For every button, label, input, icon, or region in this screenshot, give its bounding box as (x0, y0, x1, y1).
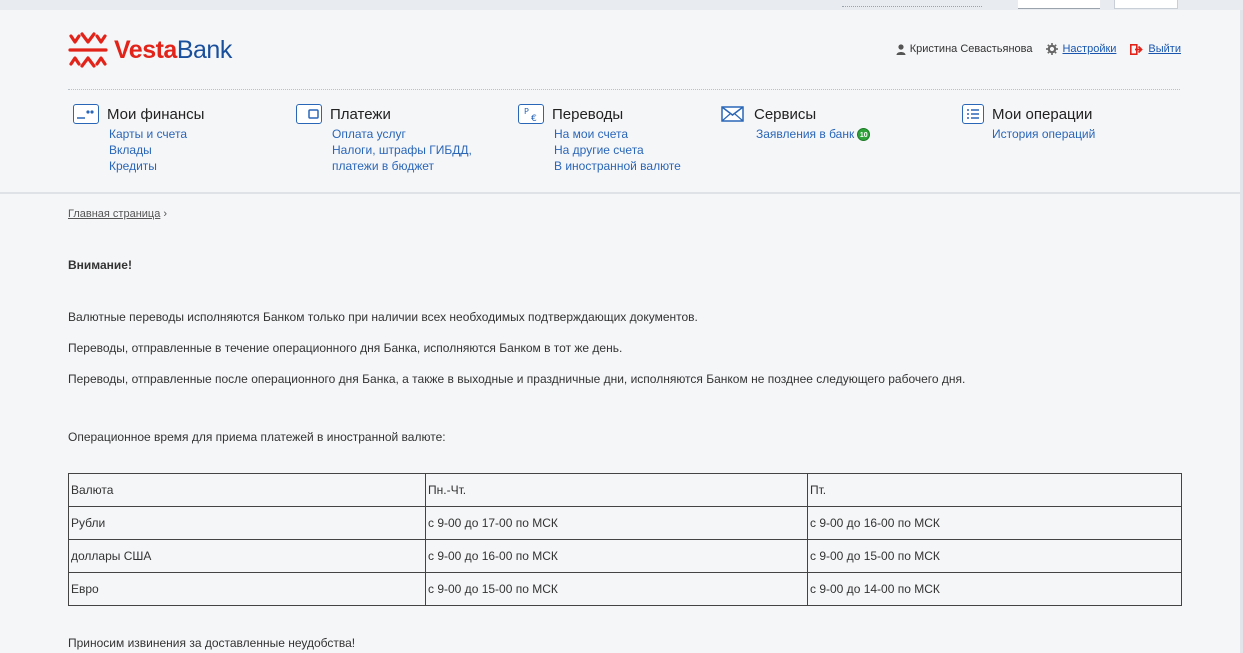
top-field[interactable] (1018, 0, 1100, 9)
menu-services-title[interactable]: Сервисы (754, 106, 816, 123)
logo[interactable]: VestaBank (68, 30, 232, 70)
link-bank-applications-label: Заявления в банк (756, 127, 855, 141)
notice-heading: Внимание! (68, 258, 132, 272)
table-row: Евро с 9-00 до 15-00 по МСК с 9-00 до 14… (68, 572, 1182, 606)
table-header-mon-thu: Пн.-Чт. (425, 473, 808, 507)
brand-name: VestaBank (114, 35, 232, 64)
list-icon (962, 104, 984, 124)
link-foreign-currency[interactable]: В иностранной валюте (554, 158, 681, 174)
link-to-my-accounts[interactable]: На мои счета (554, 126, 681, 142)
breadcrumb: Главная страница › (68, 208, 167, 220)
notice-paragraph-2: Переводы, отправленные в течение операци… (68, 341, 623, 355)
table-cell: доллары США (68, 539, 426, 573)
menu-operations: Мои операции История операций (962, 104, 1095, 142)
top-button[interactable] (1114, 0, 1178, 9)
link-operations-history[interactable]: История операций (992, 126, 1095, 142)
currency-exchange-icon: P € (518, 104, 544, 124)
operating-hours-table: Валюта Пн.-Чт. Пт. Рубли с 9-00 до 17-00… (68, 473, 1182, 606)
site-header: VestaBank Кристина Севастьянова Настройк… (0, 10, 1243, 194)
table-header-fri: Пт. (807, 473, 1182, 507)
top-dotted-line (842, 6, 982, 8)
notice-paragraph-1: Валютные переводы исполняются Банком тол… (68, 310, 698, 324)
logout-link[interactable]: Выйти (1148, 43, 1181, 55)
table-cell: с 9-00 до 16-00 по МСК (425, 539, 808, 573)
link-budget-payments[interactable]: платежи в бюджет (332, 158, 472, 174)
vesta-logo-icon (68, 32, 108, 68)
breadcrumb-separator: › (163, 208, 168, 220)
menu-transfers: P € Переводы На мои счета На другие счет… (518, 104, 681, 174)
table-header-currency: Валюта (68, 473, 426, 507)
wallet-icon (296, 104, 322, 124)
table-row: доллары США с 9-00 до 16-00 по МСК с 9-0… (68, 539, 1182, 573)
table-cell: с 9-00 до 15-00 по МСК (425, 572, 808, 606)
link-bank-applications[interactable]: Заявления в банк 10 (756, 126, 871, 142)
user-icon (896, 43, 906, 55)
link-taxes-fines[interactable]: Налоги, штрафы ГИБДД, (332, 142, 472, 158)
link-pay-services[interactable]: Оплата услуг (332, 126, 472, 142)
menu-transfers-title[interactable]: Переводы (552, 106, 623, 123)
menu-services: Сервисы Заявления в банк 10 (720, 104, 871, 142)
menu-finances-title[interactable]: Мои финансы (107, 106, 204, 123)
logout-link-wrap: Выйти (1130, 43, 1181, 55)
table-header-row: Валюта Пн.-Чт. Пт. (68, 473, 1182, 507)
logout-icon (1130, 43, 1144, 55)
link-to-other-accounts[interactable]: На другие счета (554, 142, 681, 158)
menu-payments-title[interactable]: Платежи (330, 106, 391, 123)
link-credits[interactable]: Кредиты (109, 158, 204, 174)
svg-text:€: € (531, 114, 537, 124)
header-divider (68, 89, 1180, 90)
wallet-card-icon (73, 104, 99, 124)
link-cards-accounts[interactable]: Карты и счета (109, 126, 204, 142)
table-intro: Операционное время для приема платежей в… (68, 430, 446, 444)
user-info: Кристина Севастьянова (896, 43, 1033, 55)
settings-link[interactable]: Настройки (1062, 43, 1116, 55)
table-row: Рубли с 9-00 до 17-00 по МСК с 9-00 до 1… (68, 506, 1182, 540)
username: Кристина Севастьянова (909, 43, 1033, 55)
settings-link-wrap: Настройки (1046, 43, 1116, 55)
menu-operations-title[interactable]: Мои операции (992, 106, 1092, 123)
table-cell: с 9-00 до 17-00 по МСК (425, 506, 808, 540)
breadcrumb-home[interactable]: Главная страница (68, 208, 160, 220)
notice-paragraph-3: Переводы, отправленные после операционно… (68, 372, 966, 386)
apology-text: Приносим извинения за доставленные неудо… (68, 636, 356, 650)
envelope-icon (720, 104, 746, 124)
notification-badge: 10 (857, 128, 871, 142)
table-cell: с 9-00 до 16-00 по МСК (807, 506, 1182, 540)
user-bar: Кристина Севастьянова Настройки Выйти (896, 43, 1181, 55)
table-cell: с 9-00 до 14-00 по МСК (807, 572, 1182, 606)
menu-finances: Мои финансы Карты и счета Вклады Кредиты (73, 104, 204, 174)
gear-icon (1046, 43, 1059, 55)
menu-payments: Платежи Оплата услуг Налоги, штрафы ГИБД… (296, 104, 472, 174)
table-cell: с 9-00 до 15-00 по МСК (807, 539, 1182, 573)
table-cell: Рубли (68, 506, 426, 540)
svg-text:P: P (524, 107, 529, 116)
table-cell: Евро (68, 572, 426, 606)
link-deposits[interactable]: Вклады (109, 142, 204, 158)
top-strip (0, 0, 1243, 10)
